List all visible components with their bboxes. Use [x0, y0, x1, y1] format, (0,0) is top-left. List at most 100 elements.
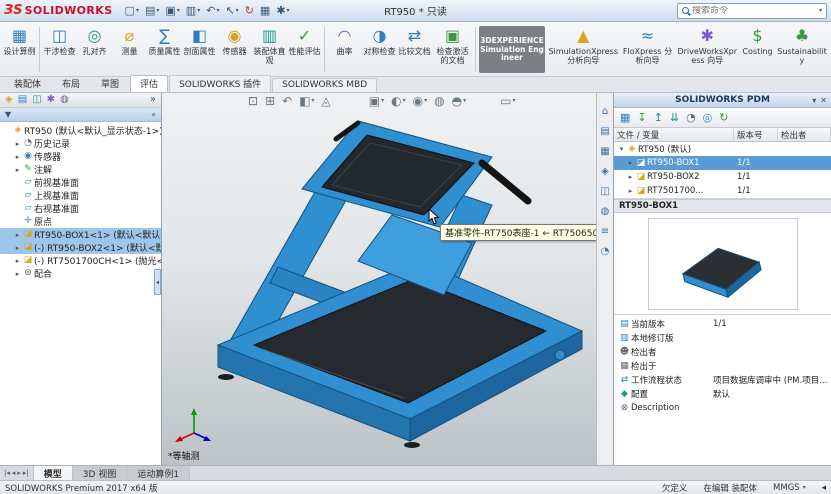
performance-evaluation-button[interactable]: ✓ 性能评估 — [287, 24, 322, 75]
zoom-area-icon[interactable]: ⊞ — [265, 95, 275, 107]
panel-overflow-icon[interactable]: » — [150, 95, 156, 105]
units-selector[interactable]: MMGS ▾ — [773, 483, 806, 493]
tree-item-rt7501700ch[interactable]: ▸◪(-) RT7501700CH<1> (抛光<<默认 — [0, 254, 161, 268]
treadmill-model[interactable] — [162, 93, 596, 465]
previous-tab-icon[interactable]: ◂ — [12, 469, 16, 477]
tab-3d-views[interactable]: 3D 视图 — [72, 466, 128, 480]
solidworks-forum-icon[interactable]: ◔ — [601, 247, 610, 257]
graphics-area[interactable]: ⊡ ⊞ ↶ ◧ ▾ ◬ ▣ ▾ ◐ ▾ ◉ ▾ ◍ ◓ ▾ ▭ ▾ 基准零件-RT750表座… — [162, 93, 596, 465]
configurationmanager-tab-icon[interactable]: ◫ — [32, 95, 41, 105]
last-tab-icon[interactable]: ▸| — [23, 469, 29, 477]
file-explorer-icon[interactable]: ▦ — [600, 147, 609, 157]
pdm-menu-icon[interactable]: ▾ — [812, 96, 816, 105]
pdm-row-rt950-box2[interactable]: ▸ ◪ RT950-BOX2 1/1 — [614, 170, 831, 184]
tab-assembly[interactable]: 装配体 — [4, 75, 51, 92]
floxpress-button[interactable]: ≈ FloXpress 分析向导 — [620, 24, 674, 75]
tree-item-origin[interactable]: ✛ 原点 — [0, 215, 161, 229]
zoom-fit-icon[interactable]: ⊡ — [248, 95, 258, 107]
file-properties-icon[interactable]: ▦ — [258, 4, 272, 17]
featuremanager-tab-icon[interactable]: ◈ — [5, 95, 13, 105]
pdm-refresh-icon[interactable]: ↻ — [719, 111, 728, 124]
hide-show-items-icon[interactable]: ◉ ▾ — [413, 95, 428, 107]
tree-item-front-plane[interactable]: ▱ 前视基准面 — [0, 176, 161, 190]
measure-button[interactable]: ⌀ 测量 — [112, 24, 147, 75]
save-icon[interactable]: ▣ ▾ — [163, 4, 181, 17]
next-tab-icon[interactable]: ▸ — [17, 469, 21, 477]
undo-icon[interactable]: ↶ ▾ — [204, 4, 221, 17]
tab-solidworks-addins[interactable]: SOLIDWORKS 插件 — [169, 75, 272, 92]
mass-properties-button[interactable]: ∑ 质量属性 — [147, 24, 182, 75]
search-dropdown-icon[interactable]: ▾ — [819, 7, 822, 14]
3dexperience-simulation-button[interactable]: 3DEXPERIENCE Simulation Engineer — [479, 26, 545, 73]
symmetry-check-button[interactable]: ◑ 对称检查 — [362, 24, 397, 75]
search-input[interactable] — [692, 5, 818, 16]
driveworksxpress-button[interactable]: ✱ DriveWorksXpress 向导 — [674, 24, 740, 75]
section-view-icon[interactable]: ◧ ▾ — [299, 95, 314, 107]
close-icon[interactable]: ✕ — [820, 96, 827, 105]
sustainability-button[interactable]: ♣ Sustainability — [775, 24, 829, 75]
section-properties-button[interactable]: ◧ 剖面属性 — [182, 24, 217, 75]
previous-view-icon[interactable]: ↶ — [282, 95, 292, 107]
new-document-icon[interactable]: ▢ ▾ — [123, 4, 141, 17]
tab-evaluate[interactable]: 评估 — [130, 75, 169, 92]
first-tab-icon[interactable]: |◂ — [4, 469, 10, 477]
tab-model[interactable]: 模型 — [33, 466, 73, 480]
check-active-document-button[interactable]: ▣ 检查激活的文档 — [432, 24, 473, 75]
tree-item-root[interactable]: ◈ RT950 (默认<默认_显示状态-1>) — [0, 124, 161, 138]
dimxpertmanager-tab-icon[interactable]: ✱ — [47, 95, 55, 105]
tree-item-annotations[interactable]: ▸ ✎ 注解 — [0, 163, 161, 177]
costing-button[interactable]: $ Costing — [740, 24, 775, 75]
tree-item-right-plane[interactable]: ▱ 右视基准面 — [0, 202, 161, 216]
view-orientation-icon[interactable]: ▣ ▾ — [369, 95, 384, 107]
solidworks-resources-icon[interactable]: ⌂ — [602, 107, 608, 117]
tab-sketch[interactable]: 草图 — [91, 75, 129, 92]
view-settings-icon[interactable]: ▭ ▾ — [500, 95, 515, 107]
tree-item-history[interactable]: ▸ ◔ 历史记录 — [0, 137, 161, 151]
interference-detection-button[interactable]: ◫ 干涉检查 — [42, 24, 77, 75]
column-header-file[interactable]: 文件 / 变量 — [614, 128, 734, 141]
design-study-button[interactable]: ▦ 设计算例 — [2, 24, 37, 75]
pdm-vault-view-icon[interactable]: ▦ — [620, 111, 630, 124]
displaymanager-tab-icon[interactable]: ◍ — [60, 95, 69, 105]
column-header-checked-out-by[interactable]: 检出者 — [778, 128, 831, 141]
pdm-row-rt7501700[interactable]: ▸ ◪ RT7501700... 1/1 — [614, 184, 831, 198]
tree-item-rt950-box1[interactable]: ▸ ◪ RT950-BOX1<1> (默认<默认 — [0, 228, 161, 241]
options-icon[interactable]: ✱ ▾ — [274, 4, 291, 17]
pdm-row-rt950[interactable]: ▾ ◈ RT950 (默认) — [614, 142, 831, 156]
appearances-scenes-icon[interactable]: ◍ — [601, 207, 610, 217]
open-document-icon[interactable]: ▤ ▾ — [143, 4, 161, 17]
view-palette-icon[interactable]: ◫ — [600, 187, 609, 197]
tree-item-mates[interactable]: ▸ ⊚ 配合 — [0, 267, 161, 281]
column-header-version[interactable]: 版本号 — [734, 128, 778, 141]
pdm-history-icon[interactable]: ◔ — [686, 111, 696, 124]
pdm-row-rt950-box1[interactable]: ▸ ◪ RT950-BOX1 1/1 — [614, 156, 831, 170]
tab-solidworks-mbd[interactable]: SOLIDWORKS MBD — [272, 78, 378, 92]
curvature-button[interactable]: ◠ 曲率 — [327, 24, 362, 75]
select-icon[interactable]: ↖ ▾ — [223, 4, 240, 17]
sensor-button[interactable]: ◉ 传感器 — [217, 24, 252, 75]
propertymanager-tab-icon[interactable]: ▤ — [18, 95, 27, 105]
pdm-search-icon[interactable]: ◎ — [703, 111, 713, 124]
panel-collapse-icon[interactable]: « — [151, 110, 156, 119]
tab-layout[interactable]: 布局 — [52, 75, 90, 92]
tags-icon[interactable]: ◂ — [822, 483, 826, 493]
compare-documents-button[interactable]: ⇄ 比较文档 — [397, 24, 432, 75]
pdm-check-in-icon[interactable]: ↥ — [654, 111, 663, 124]
tab-motion-study[interactable]: 运动算例1 — [127, 466, 191, 480]
command-search[interactable]: ▾ — [677, 2, 827, 19]
tree-item-top-plane[interactable]: ▱ 上视基准面 — [0, 189, 161, 203]
hole-alignment-button[interactable]: ◎ 孔对齐 — [77, 24, 112, 75]
apply-scene-icon[interactable]: ◓ ▾ — [452, 95, 467, 107]
print-icon[interactable]: ▥ ▾ — [184, 4, 202, 17]
display-style-icon[interactable]: ◐ ▾ — [391, 95, 406, 107]
tree-item-rt950-box2[interactable]: ▸ ◪ (-) RT950-BOX2<1> (默认<默认 — [0, 241, 161, 254]
solidworks-pdm-icon[interactable]: ◈ — [601, 167, 609, 177]
edit-appearance-icon[interactable]: ◍ — [434, 95, 444, 107]
panel-splitter-collapse-button[interactable]: ◂ — [154, 269, 161, 295]
custom-properties-icon[interactable]: ≡ — [601, 227, 609, 237]
pdm-get-latest-icon[interactable]: ⇊ — [670, 111, 679, 124]
tree-filter-bar[interactable]: ▼ « — [0, 108, 161, 122]
assembly-visualization-button[interactable]: ▥ 装配体直观 — [252, 24, 287, 75]
rebuild-icon[interactable]: ↻ — [243, 4, 256, 17]
dynamic-annotation-icon[interactable]: ◬ — [322, 95, 331, 107]
